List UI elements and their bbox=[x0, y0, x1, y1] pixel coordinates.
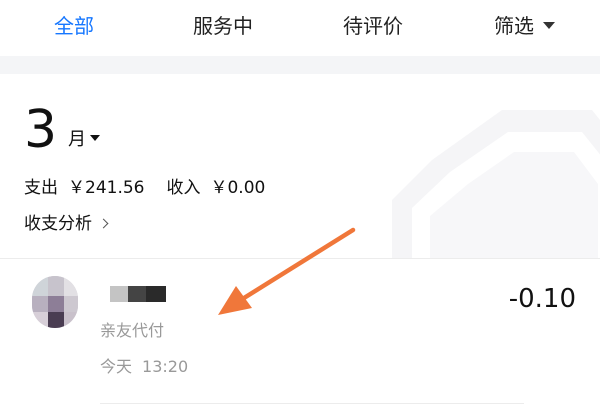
transaction-day: 今天 bbox=[100, 357, 133, 376]
monthly-summary-card: 3 月 支出 ￥241.56 收入 ￥0.00 收支分析 bbox=[0, 74, 600, 258]
tab-bar: 全部 服务中 待评价 筛选 bbox=[0, 0, 600, 56]
row-divider bbox=[100, 403, 524, 404]
chevron-right-icon bbox=[98, 218, 109, 229]
pixelated-name bbox=[110, 286, 166, 302]
avatar bbox=[32, 276, 78, 328]
income-expense-stats: 支出 ￥241.56 收入 ￥0.00 bbox=[24, 176, 265, 200]
expense-label: 支出 bbox=[24, 178, 58, 198]
transaction-time: 今天 13:20 bbox=[100, 356, 188, 378]
transaction-amount: -0.10 bbox=[508, 284, 576, 314]
transaction-type: 亲友代付 bbox=[100, 321, 165, 340]
income-expense-analysis-link[interactable]: 收支分析 bbox=[24, 212, 109, 236]
bill-list-screen: 全部 服务中 待评价 筛选 3 月 支出 ￥241.56 收入 ￥0.00 收支分析 bbox=[0, 0, 600, 413]
transaction-clock: 13:20 bbox=[142, 357, 189, 376]
section-gap bbox=[0, 56, 600, 74]
caret-down-icon bbox=[543, 22, 555, 29]
tab-all[interactable]: 全部 bbox=[54, 10, 94, 42]
month-unit-label: 月 bbox=[68, 129, 86, 150]
caret-down-icon bbox=[90, 135, 100, 141]
tab-in-service[interactable]: 服务中 bbox=[193, 10, 253, 42]
month-unit: 月 bbox=[68, 128, 100, 152]
income-label: 收入 bbox=[166, 178, 201, 198]
tab-filter[interactable]: 筛选 bbox=[494, 10, 555, 42]
tab-pending-review[interactable]: 待评价 bbox=[343, 10, 403, 42]
transaction-row[interactable]: -0.10 亲友代付 今天 13:20 bbox=[0, 259, 600, 413]
income-value: ￥0.00 bbox=[210, 178, 266, 198]
month-number: 3 bbox=[24, 100, 58, 160]
filter-label: 筛选 bbox=[494, 14, 534, 38]
background-hexagon-decoration bbox=[392, 110, 600, 258]
expense-value: ￥241.56 bbox=[68, 178, 145, 198]
analysis-label: 收支分析 bbox=[24, 214, 92, 234]
